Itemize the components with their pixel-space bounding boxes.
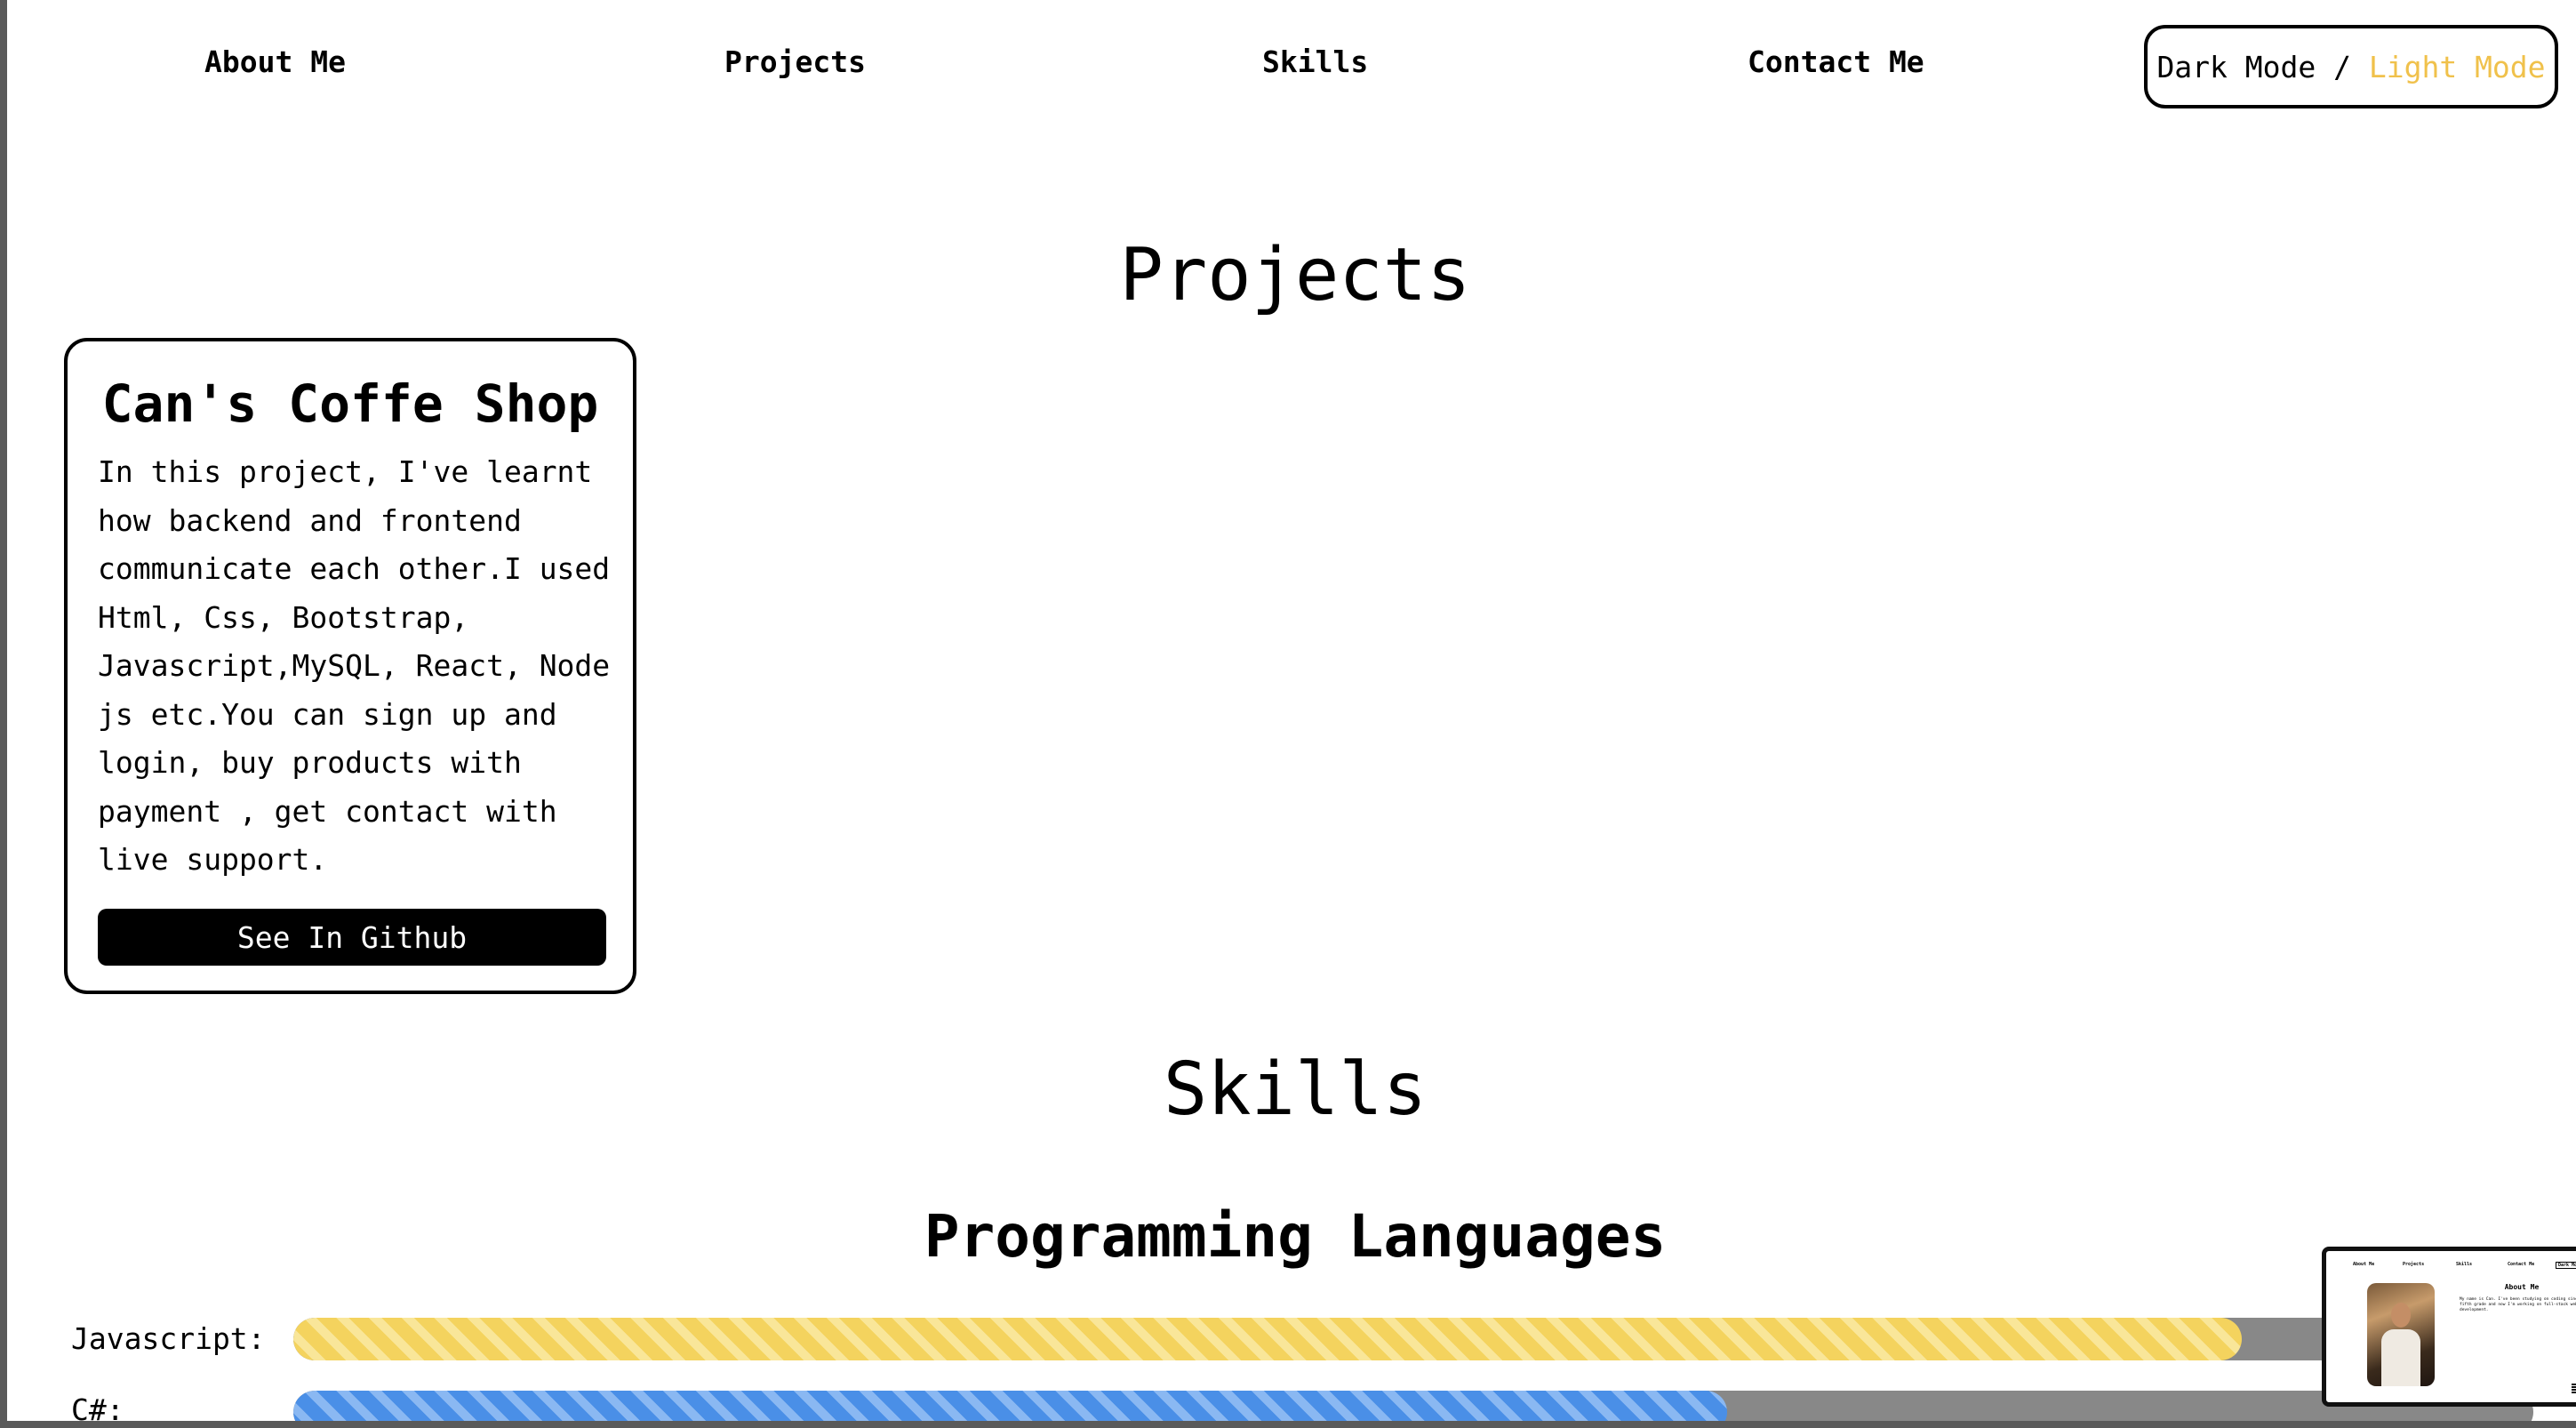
skill-bar-javascript: [293, 1318, 2533, 1360]
browser-viewport: About Me Projects Skills Contact Me Dark…: [0, 0, 2576, 1428]
thumbnail-nav-item: Skills: [2456, 1262, 2473, 1267]
theme-toggle-button[interactable]: Dark Mode / Light Mode: [2144, 25, 2558, 108]
mode-separator: /: [2316, 49, 2369, 84]
project-title: Can's Coffe Shop: [101, 373, 599, 434]
nav-skills[interactable]: Skills: [1262, 44, 1368, 79]
project-description: In this project, I've learnt how backend…: [98, 454, 611, 877]
nav-projects[interactable]: Projects: [724, 44, 866, 79]
thumbnail-nav-item: Contact Me: [2508, 1262, 2535, 1267]
thumbnail-nav-item: About Me: [2353, 1262, 2375, 1267]
thumbnail-nav-item: Projects: [2403, 1262, 2425, 1267]
photo-head-shape: [2391, 1303, 2411, 1328]
nav-contact-me[interactable]: Contact Me: [1748, 44, 1924, 79]
nav-about-me[interactable]: About Me: [204, 44, 346, 79]
light-mode-label: Light Mode: [2368, 49, 2546, 84]
thumbnail-title: About Me: [2504, 1283, 2540, 1291]
see-in-github-button[interactable]: See In Github: [98, 909, 606, 966]
skills-heading: Skills: [1163, 1047, 1428, 1132]
programming-languages-heading: Programming Languages: [924, 1202, 1667, 1271]
project-card: Can's Coffe Shop In this project, I've l…: [64, 338, 636, 994]
thumbnail-text: My name is Can. I've been studying on co…: [2460, 1297, 2576, 1312]
photo-shirt-shape: [2381, 1329, 2420, 1386]
thumbnail-nav: About Me Projects Skills Contact Me Dark…: [2344, 1262, 2576, 1269]
dark-mode-label: Dark Mode: [2156, 49, 2316, 84]
projects-heading: Projects: [1119, 233, 1471, 317]
thumbnail-corner-icon: [2572, 1383, 2576, 1393]
top-nav: About Me Projects Skills Contact Me Dark…: [7, 0, 2576, 133]
skill-label-javascript: Javascript:: [71, 1321, 266, 1356]
skill-bar-fill-csharp: [293, 1391, 1727, 1421]
profile-photo: [2367, 1283, 2435, 1386]
thumbnail-nav-item: Dark Mode: [2556, 1262, 2576, 1269]
skill-label-csharp: C#:: [71, 1392, 124, 1427]
skill-bar-fill-javascript: [293, 1318, 2243, 1360]
skill-bar-csharp: [293, 1391, 2533, 1421]
screen-preview-thumbnail[interactable]: About Me Projects Skills Contact Me Dark…: [2322, 1247, 2576, 1407]
